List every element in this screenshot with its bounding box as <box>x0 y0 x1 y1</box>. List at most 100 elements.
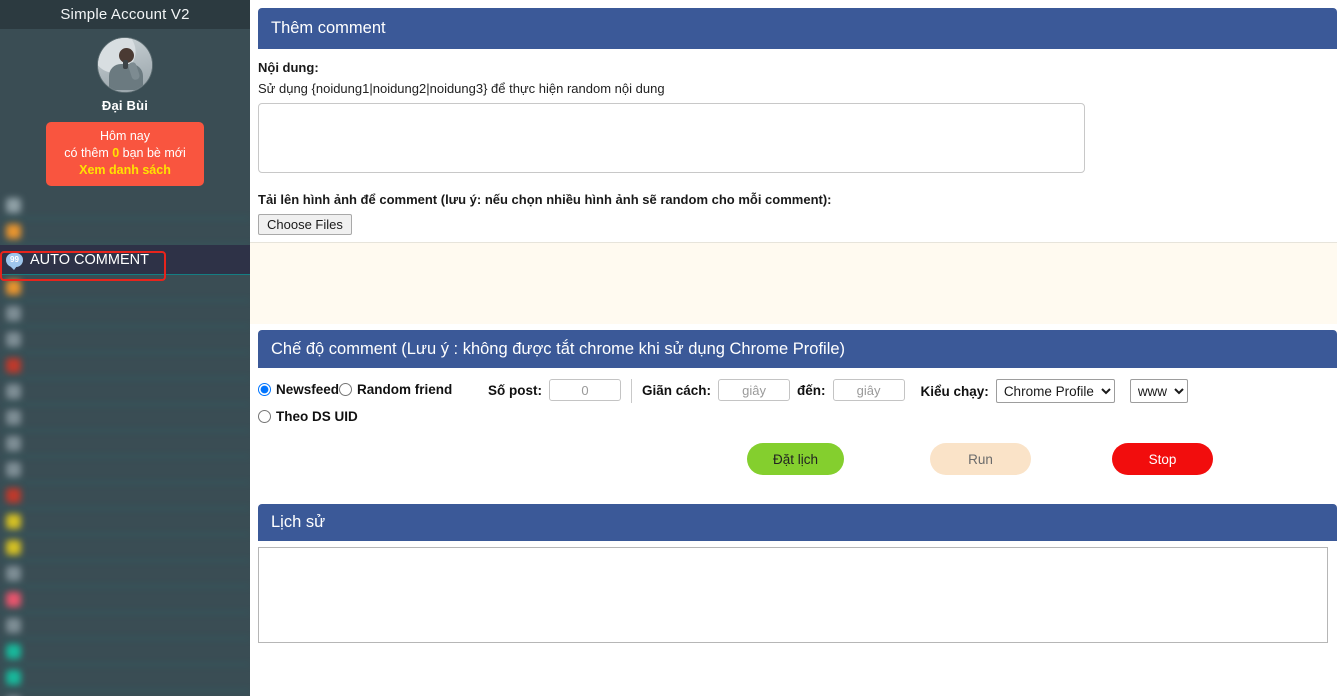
sidebar-item-label <box>28 593 139 607</box>
comment-mode-panel-title: Chế độ comment (Lưu ý : không được tắt c… <box>258 330 1337 368</box>
menu-icon <box>6 618 21 633</box>
view-list-link[interactable]: Xem danh sách <box>50 162 200 179</box>
run-button[interactable]: Run <box>930 443 1031 475</box>
sidebar-item-hidden-17[interactable] <box>0 639 250 665</box>
friend-count-badge[interactable]: Hôm nay có thêm 0 bạn bè mới Xem danh sá… <box>46 122 204 186</box>
radio-newsfeed[interactable] <box>258 382 271 396</box>
comment-mode-body: Newsfeed Random friend Theo DS UID Số po… <box>250 368 1337 475</box>
sidebar-item-hidden-5[interactable] <box>0 327 250 353</box>
sidebar-item-hidden-13[interactable] <box>0 535 250 561</box>
radio-newsfeed-label[interactable]: Newsfeed <box>276 382 339 397</box>
radio-line-top: Newsfeed Random friend <box>258 379 488 399</box>
add-comment-panel-title: Thêm comment <box>258 8 1337 49</box>
mode-controls-row: Newsfeed Random friend Theo DS UID Số po… <box>258 379 1337 426</box>
sidebar-item-hidden-16[interactable] <box>0 613 250 639</box>
avatar-microphone <box>123 60 128 69</box>
menu-icon <box>6 410 21 425</box>
schedule-button[interactable]: Đặt lịch <box>747 443 844 475</box>
sidebar-item-label <box>28 281 97 295</box>
interval-label: Giãn cách: <box>642 382 712 398</box>
interval-from-input[interactable] <box>718 379 791 401</box>
sidebar-item-hidden-3[interactable] <box>0 275 250 301</box>
mode-radio-group: Newsfeed Random friend Theo DS UID <box>258 379 488 426</box>
post-count-group: Số post: <box>488 379 621 401</box>
sidebar-item-label <box>28 333 118 347</box>
comment-bubble-icon: 99 <box>6 252 23 270</box>
menu-icon <box>6 644 21 659</box>
sidebar-item-label <box>28 515 132 529</box>
interval-to-input[interactable] <box>832 379 905 401</box>
run-type-group: Kiểu chạy: Chrome Profile www <box>921 379 1188 403</box>
sidebar-item-hidden-7[interactable] <box>0 379 250 405</box>
menu-icon <box>6 224 21 239</box>
radio-theo-ds-uid-label[interactable]: Theo DS UID <box>276 409 358 424</box>
sidebar-item-hidden-4[interactable] <box>0 301 250 327</box>
post-count-input[interactable] <box>549 379 621 401</box>
sidebar-item-hidden-9[interactable] <box>0 431 250 457</box>
sidebar-item-label <box>28 437 111 451</box>
sidebar-item-hidden-8[interactable] <box>0 405 250 431</box>
menu-icon <box>6 306 21 321</box>
menu-icon <box>6 384 21 399</box>
browser-select[interactable]: www <box>1129 379 1188 403</box>
menu-icon <box>6 280 21 295</box>
sidebar-item-label <box>28 385 125 399</box>
menu-icon <box>6 540 21 555</box>
run-type-select[interactable]: Chrome Profile <box>995 379 1115 403</box>
sidebar-item-label <box>28 307 77 321</box>
sidebar-item-hidden-6[interactable] <box>0 353 250 379</box>
sidebar-item-label <box>28 199 111 213</box>
menu-icon <box>6 670 21 685</box>
sidebar-item-label <box>28 489 118 503</box>
sidebar-item-hidden-18[interactable] <box>0 665 250 691</box>
sidebar-item-hidden-12[interactable] <box>0 509 250 535</box>
interval-group: Giãn cách: đến: <box>642 379 905 401</box>
menu-icon <box>6 566 21 581</box>
sidebar-item-label <box>28 619 118 633</box>
divider <box>631 379 632 403</box>
sidebar-item-label: AUTO COMMENT <box>30 251 149 268</box>
file-input-row: Choose Files <box>258 214 1337 235</box>
badge-suffix: bạn bè mới <box>119 146 186 160</box>
sidebar-item-hidden-19[interactable] <box>0 691 250 696</box>
sidebar-item-hidden-2[interactable] <box>0 219 250 245</box>
sidebar-item-auto-comment[interactable]: 99 AUTO COMMENT <box>0 245 250 275</box>
profile-section: Đại Bùi <box>0 29 250 113</box>
radio-random-friend-label[interactable]: Random friend <box>357 382 452 397</box>
sidebar-item-hidden-11[interactable] <box>0 483 250 509</box>
action-buttons-row: Đặt lịch Run Stop <box>266 443 1337 475</box>
avatar <box>98 38 152 92</box>
menu-icon <box>6 514 21 529</box>
app-window: Simple Account V2 Đại Bùi Hôm nay có thê… <box>0 0 1337 696</box>
sidebar-item-label <box>28 567 111 581</box>
image-preview-area <box>250 242 1337 324</box>
menu-icon <box>6 358 21 373</box>
menu-icon <box>6 462 21 477</box>
sidebar-item-label <box>28 225 70 239</box>
history-textarea[interactable] <box>258 547 1328 643</box>
badge-line-today: Hôm nay <box>99 129 151 143</box>
app-title: Simple Account V2 <box>0 0 250 29</box>
radio-theo-ds-uid[interactable] <box>258 409 271 423</box>
menu-icon <box>6 332 21 347</box>
sidebar-item-hidden-1[interactable] <box>0 193 250 219</box>
sidebar-item-label <box>28 671 118 685</box>
badge-line-count: có thêm 0 bạn bè mới <box>50 145 200 162</box>
stop-button[interactable]: Stop <box>1112 443 1213 475</box>
sidebar-item-hidden-14[interactable] <box>0 561 250 587</box>
interval-to-label: đến: <box>797 382 826 398</box>
content-hint: Sử dụng {noidung1|noidung2|noidung3} để … <box>258 81 665 96</box>
choose-files-button[interactable]: Choose Files <box>258 214 352 235</box>
sidebar-item-label <box>28 411 84 425</box>
sidebar-item-label <box>28 541 104 555</box>
profile-name: Đại Bùi <box>101 98 149 113</box>
comment-content-textarea[interactable] <box>258 103 1085 173</box>
menu-icon <box>6 592 21 607</box>
radio-random-friend[interactable] <box>339 382 353 396</box>
badge-prefix: có thêm <box>64 146 113 160</box>
sidebar-item-label <box>28 645 125 659</box>
radio-line-bottom: Theo DS UID <box>258 406 488 426</box>
sidebar-item-hidden-15[interactable] <box>0 587 250 613</box>
upload-images-label: Tải lên hình ảnh để comment (lưu ý: nếu … <box>258 192 832 207</box>
sidebar-item-hidden-10[interactable] <box>0 457 250 483</box>
